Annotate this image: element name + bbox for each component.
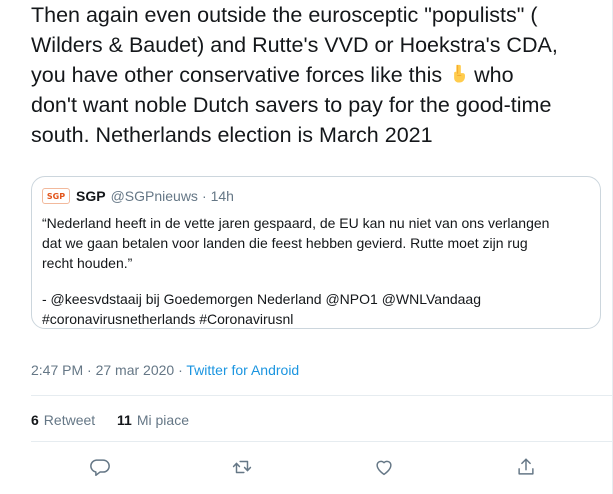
like-label: Mi piace (136, 412, 189, 428)
reply-icon[interactable] (89, 456, 111, 478)
tweet-text-line: Then again even outside the eurosceptic … (31, 3, 538, 27)
like-count-link[interactable]: 11 Mi piace (117, 412, 189, 428)
quote-line: dat we gaan betalen voor landen die fees… (42, 235, 528, 251)
quote-line: “Nederland heeft in de vette jaren gespa… (42, 215, 550, 231)
quoted-tweet-time[interactable]: 14h (211, 188, 234, 204)
share-icon[interactable] (515, 456, 537, 478)
pointing-down-emoji-icon (448, 63, 470, 85)
tweet-stats: 6 Retweet 11 Mi piace (31, 412, 207, 428)
avatar-logo-text: SGP (46, 191, 66, 201)
tweet-text-line: south. Netherlands election is March 202… (31, 123, 433, 147)
tweet-text-line: Wilders & Baudet) and Rutte's VVD or Hoe… (31, 33, 558, 57)
tweet-text-line: don't want noble Dutch savers to pay for… (31, 93, 552, 117)
like-icon[interactable] (373, 456, 395, 478)
tweet-text-fragment: you have other conservative forces like … (31, 63, 443, 87)
tweet-timestamp[interactable]: 2:47 PM · 27 mar 2020 (31, 362, 174, 378)
quote-line: recht houden.” (42, 255, 133, 271)
tweet-meta: 2:47 PM · 27 mar 2020 · Twitter for Andr… (31, 362, 299, 378)
quote-line: - @keesvdstaaij bij Goedemorgen Nederlan… (42, 291, 481, 307)
quoted-author-name[interactable]: SGP (76, 188, 106, 204)
tweet-text-line: you have other conservative forces like … (31, 60, 606, 90)
tweet-source-link[interactable]: Twitter for Android (186, 362, 299, 378)
tweet-detail: Then again even outside the eurosceptic … (0, 0, 613, 494)
divider (31, 441, 613, 442)
separator-dot: · (174, 362, 187, 378)
tweet-text: Then again even outside the eurosceptic … (31, 0, 606, 150)
tweet-actions (0, 456, 613, 480)
retweet-count: 6 (31, 412, 39, 428)
separator-dot: · (201, 188, 207, 204)
quoted-tweet[interactable]: SGP SGP @SGPnieuws · 14h “Nederland heef… (31, 176, 601, 329)
retweet-label: Retweet (43, 412, 96, 428)
retweet-icon[interactable] (231, 456, 253, 478)
avatar[interactable]: SGP (42, 188, 70, 204)
quoted-author-handle[interactable]: @SGPnieuws (111, 188, 198, 204)
retweet-count-link[interactable]: 6 Retweet (31, 412, 95, 428)
quote-spacer (42, 273, 592, 289)
divider (31, 395, 613, 396)
like-count: 11 (117, 412, 132, 428)
quote-line: #coronavirusnetherlands #Coronavirusnl (42, 311, 294, 327)
tweet-text-fragment: who (474, 63, 514, 87)
quoted-tweet-header: SGP SGP @SGPnieuws · 14h (42, 187, 234, 205)
quoted-tweet-body: “Nederland heeft in de vette jaren gespa… (42, 213, 592, 329)
